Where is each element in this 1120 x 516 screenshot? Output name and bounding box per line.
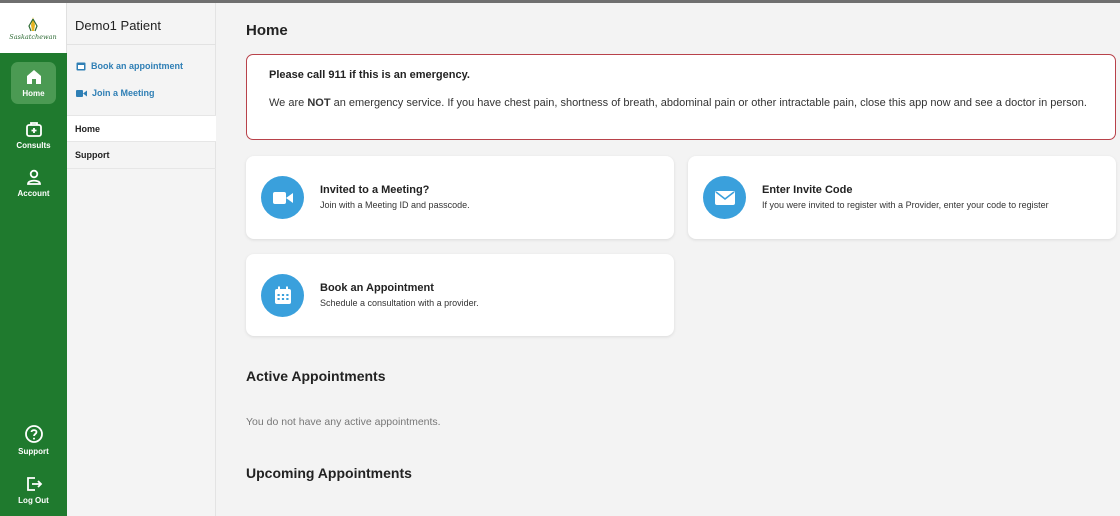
invited-to-meeting-card[interactable]: Invited to a Meeting? Join with a Meetin… — [246, 156, 674, 239]
rail-item-account[interactable]: Account — [0, 168, 67, 198]
alert-body-emphasis: NOT — [307, 97, 331, 109]
logo-text: Saskatchewan — [9, 32, 57, 41]
card-subtitle: If you were invited to register with a P… — [762, 200, 1049, 210]
card-title: Invited to a Meeting? — [320, 184, 430, 196]
rail-item-support[interactable]: Support — [0, 424, 67, 456]
card-title: Enter Invite Code — [762, 184, 853, 196]
envelope-icon — [703, 176, 746, 219]
rail-item-consults[interactable]: Consults — [0, 120, 67, 150]
subnav-item-support[interactable]: Support — [67, 142, 216, 169]
book-appointment-link[interactable]: Book an appointment — [76, 61, 183, 71]
divider — [67, 44, 216, 45]
alert-body: We are NOT an emergency service. If you … — [269, 95, 1093, 111]
book-appointment-label: Book an appointment — [91, 61, 183, 71]
no-active-appointments-text: You do not have any active appointments. — [246, 416, 441, 428]
enter-invite-code-card[interactable]: Enter Invite Code If you were invited to… — [688, 156, 1116, 239]
person-icon — [26, 169, 41, 185]
rail-item-label: Consults — [16, 141, 51, 150]
card-subtitle: Schedule a consultation with a provider. — [320, 298, 479, 308]
alert-body-prefix: We are — [269, 97, 308, 109]
rail-item-label: Log Out — [18, 496, 49, 505]
video-icon — [76, 89, 87, 97]
logout-icon — [26, 477, 42, 491]
active-appointments-heading: Active Appointments — [246, 368, 386, 384]
card-title: Book an Appointment — [320, 282, 434, 294]
home-icon — [26, 70, 41, 84]
calendar-icon — [76, 62, 86, 71]
page-title: Home — [246, 22, 288, 39]
medical-bag-icon — [25, 122, 42, 137]
join-meeting-link[interactable]: Join a Meeting — [76, 88, 155, 98]
subnav-item-home[interactable]: Home — [67, 115, 216, 142]
upcoming-appointments-heading: Upcoming Appointments — [246, 465, 412, 481]
rail-item-label: Account — [17, 189, 50, 198]
rail-item-logout[interactable]: Log Out — [0, 475, 67, 505]
emergency-alert: Please call 911 if this is an emergency.… — [246, 54, 1116, 140]
primary-nav-rail: Saskatchewan Home Consults Account Suppo… — [0, 3, 67, 516]
video-camera-icon — [261, 176, 304, 219]
patient-name: Demo1 Patient — [75, 18, 161, 33]
alert-body-suffix: an emergency service. If you have chest … — [330, 97, 1087, 109]
card-subtitle: Join with a Meeting ID and passcode. — [320, 200, 470, 210]
saskatchewan-logo: Saskatchewan — [0, 3, 67, 53]
rail-item-home[interactable]: Home — [11, 62, 56, 104]
book-appointment-card[interactable]: Book an Appointment Schedule a consultat… — [246, 254, 674, 336]
rail-item-label: Support — [18, 447, 49, 456]
rail-item-label: Home — [22, 89, 45, 98]
calendar-icon — [261, 274, 304, 317]
wheat-sheaf-icon — [28, 16, 38, 31]
secondary-nav: Demo1 Patient Book an appointment Join a… — [67, 3, 216, 516]
help-circle-icon — [24, 425, 43, 443]
join-meeting-label: Join a Meeting — [92, 88, 155, 98]
alert-title: Please call 911 if this is an emergency. — [269, 69, 470, 81]
